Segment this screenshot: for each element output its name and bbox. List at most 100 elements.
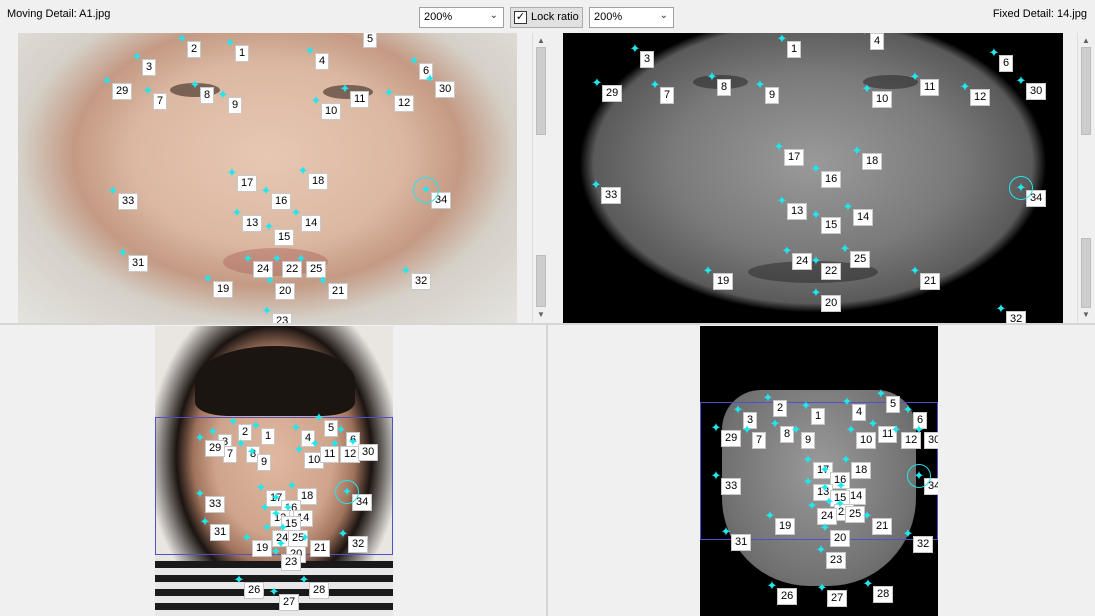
fixed-detail-image[interactable]: ✦1✦4✦3✦6✦29✦7✦8✦9✦10✦11✦12✦30✦17✦18✦16✦3… [563,33,1063,323]
landmark-label: 23 [281,554,302,571]
landmark-label: 1 [787,41,802,58]
landmark-label: 30 [358,444,379,461]
landmark-label: 3 [142,59,157,76]
zoom-right-select[interactable]: 200% ⌄ [589,7,674,28]
landmark-label: 19 [775,518,796,535]
landmark-label: 21 [872,518,893,535]
landmark-label: 13 [242,215,263,232]
landmark-label: 15 [274,229,295,246]
landmark-label: 32 [913,536,934,553]
landmark-label: 14 [853,209,874,226]
landmark-label: 16 [821,171,842,188]
landmark-label: 7 [660,87,675,104]
landmark-label: 22 [821,263,842,280]
landmark-label: 30 [924,432,938,449]
zoom-left-value: 200% [424,11,453,23]
landmark-label: 21 [328,283,349,300]
landmark-label: 10 [321,103,342,120]
landmark-label: 1 [811,408,826,425]
selected-landmark-ring[interactable] [413,177,439,203]
landmark-label: 25 [850,251,871,268]
landmark-label: 27 [279,594,300,611]
scroll-thumb[interactable] [536,255,546,307]
landmark-label: 5 [363,33,378,48]
fixed-overview-image[interactable]: ✦ 2 ✦ 1 ✦ 4 ✦ 5 ✦ 3 ✦ 6 ✦ 29 ✦ 7 ✦ 8 ✦ 9 ✦ 10 ✦ 11 ✦ 12 ✦ 30 ✦ 17 ✦ 18 ✦… [700,326,938,616]
landmark-label: 4 [870,33,885,50]
landmark-label: 9 [801,432,816,449]
landmark-label: 14 [301,215,322,232]
landmark-label: 31 [210,524,231,541]
selected-landmark-ring[interactable] [335,480,359,504]
landmark-label: 30 [435,81,456,98]
scroll-thumb[interactable] [1081,47,1091,135]
landmark-label: 6 [999,55,1014,72]
landmark-label: 3 [640,51,655,68]
scroll-down-icon[interactable]: ▼ [1078,307,1094,323]
landmark-label: 18 [308,173,329,190]
landmark-label: 9 [765,87,780,104]
landmark-label: 7 [752,432,767,449]
landmark-label: 31 [128,255,149,272]
selected-landmark-ring[interactable] [1009,176,1033,200]
landmark-label: 28 [873,586,894,603]
hair [195,346,355,416]
landmark-label: 19 [213,281,234,298]
landmark-label: 10 [856,432,877,449]
landmark-label: 31 [731,534,752,551]
lock-ratio-checkbox[interactable]: ✓ Lock ratio [510,7,583,28]
selected-landmark-ring[interactable] [907,464,931,488]
landmark-label: 29 [112,83,133,100]
fixed-detail-label: Fixed Detail: 14.jpg [992,8,1087,20]
landmark-label: 29 [205,440,226,457]
landmark-label: 12 [970,89,991,106]
landmark-label: 12 [394,95,415,112]
lock-ratio-label: Lock ratio [531,11,579,23]
chevron-down-icon: ⌄ [489,10,498,21]
fixed-detail-scrollbar[interactable]: ▲ ▼ [1077,33,1093,323]
landmark-label: 11 [920,79,940,96]
landmark-label: 27 [827,590,848,607]
zoom-left-select[interactable]: 200% ⌄ [419,7,504,28]
landmark-label: 7 [153,93,168,110]
chevron-down-icon: ⌄ [659,10,668,21]
landmark-label: 2 [187,41,202,58]
landmark-label: 26 [777,588,798,605]
landmark-label: 9 [228,97,243,114]
checkbox-icon: ✓ [514,11,527,24]
landmark-label: 10 [872,91,893,108]
landmark-label: 20 [830,530,851,547]
landmark-label: 16 [271,193,292,210]
landmark-label: 20 [275,283,296,300]
landmark-label: 18 [862,153,883,170]
landmark-label: 32 [411,273,432,290]
landmark-label: 1 [261,428,276,445]
landmark-label: 21 [920,273,941,290]
landmark-label: 29 [602,85,623,102]
landmark-label: 18 [851,462,872,479]
landmark-label: 29 [721,430,742,447]
scroll-down-icon[interactable]: ▼ [533,307,549,323]
landmark-label: 4 [315,53,330,70]
vertical-divider [546,325,548,616]
landmark-label: 28 [309,582,330,599]
landmark-label: 19 [713,273,734,290]
scroll-thumb[interactable] [536,47,546,135]
landmark-label: 30 [1026,83,1047,100]
landmark-label: 9 [257,454,272,471]
scroll-thumb[interactable] [1081,238,1091,308]
landmark-label: 32 [348,536,369,553]
toolbar: Moving Detail: A1.jpg 200% ⌄ ✓ Lock rati… [0,0,1095,33]
landmark-label: 26 [244,582,265,599]
landmark-label: 17 [237,175,258,192]
landmark-label: 5 [886,396,901,413]
landmark-label: 33 [118,193,139,210]
landmark-label: 1 [235,45,250,62]
moving-detail-image[interactable]: ✦2✦1✦5✦3✦4✦6✦29✦7✦8✦9✦10✦11✦12✦30✦17✦18✦… [18,33,517,323]
landmark-label: 33 [601,187,622,204]
landmark-label: 13 [787,203,808,220]
landmark-label: 33 [721,478,742,495]
landmark-label: 32 [1006,311,1027,323]
moving-overview-image[interactable]: ✦2✦1✦3✦7✦29✦8✦9✦4✦5✦6✦10✦11✦12✦30✦17✦18✦… [155,326,393,616]
landmark-label: 20 [821,295,842,312]
moving-detail-scrollbar[interactable]: ▲ ▼ [532,33,548,323]
